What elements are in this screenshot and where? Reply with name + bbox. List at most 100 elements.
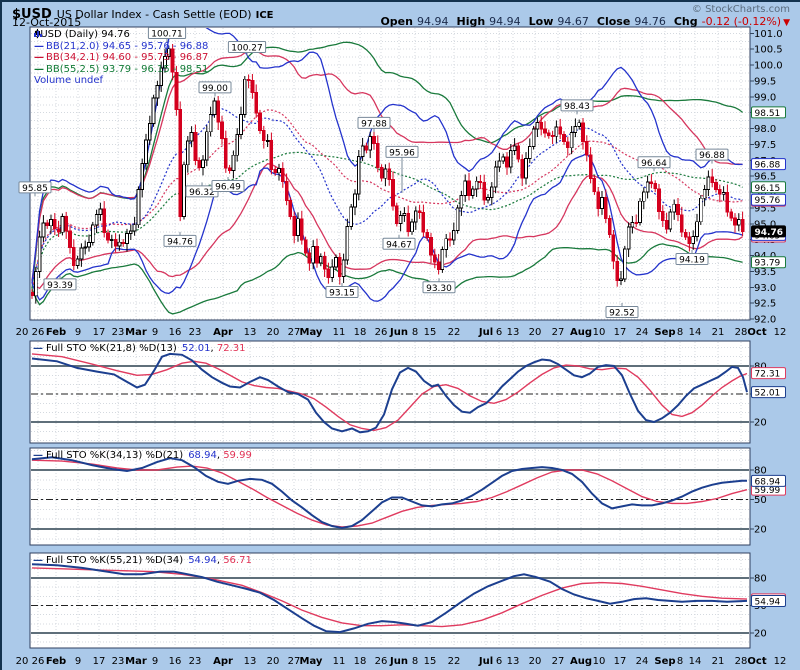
- svg-text:21: 21: [712, 327, 725, 338]
- svg-text:93.30: 93.30: [426, 284, 452, 294]
- stoch-panel-3: 80502056.7154.94: [30, 553, 786, 648]
- svg-text:18: 18: [354, 656, 367, 667]
- main-panel-legend: $USD (Daily) 94.76 —BB(21,2.0) 94.65 - 9…: [34, 29, 208, 87]
- svg-text:8: 8: [677, 327, 683, 338]
- svg-text:10: 10: [593, 656, 606, 667]
- svg-text:97.5: 97.5: [754, 140, 776, 151]
- svg-text:93.0: 93.0: [754, 283, 776, 294]
- svg-text:16: 16: [169, 327, 182, 338]
- svg-text:Oct: Oct: [747, 656, 766, 667]
- svg-text:94.19: 94.19: [679, 256, 705, 266]
- svg-text:94.76: 94.76: [755, 228, 783, 238]
- svg-text:13: 13: [507, 327, 520, 338]
- svg-text:Jul: Jul: [478, 327, 493, 338]
- svg-text:24: 24: [636, 656, 649, 667]
- bb21-value-box: 96.88: [752, 159, 786, 171]
- svg-text:97.88: 97.88: [361, 119, 387, 129]
- bb55-legend-text: BB(55,2.5) 93.79 - 96.15 - 98.51: [46, 64, 208, 75]
- svg-text:99.0: 99.0: [754, 92, 776, 103]
- symbol-legend-text: $USD (Daily) 94.76: [34, 29, 130, 40]
- svg-text:50: 50: [754, 495, 767, 506]
- svg-text:94.76: 94.76: [167, 237, 193, 247]
- svg-text:23: 23: [189, 327, 202, 338]
- symbol-legend-row: $USD (Daily) 94.76: [34, 29, 208, 41]
- svg-text:Jul: Jul: [478, 656, 493, 667]
- stoch-k-value-box: 54.94: [752, 595, 786, 607]
- svg-text:11: 11: [333, 656, 346, 667]
- bb34-legend-text: BB(34,2.1) 94.60 - 95.73 - 96.87: [46, 52, 208, 63]
- bb21-legend-text: BB(21,2.0) 94.65 - 95.76 - 96.88: [46, 41, 208, 52]
- svg-text:93.79: 93.79: [755, 259, 781, 269]
- svg-text:18: 18: [354, 327, 367, 338]
- svg-text:95.76: 95.76: [755, 196, 781, 206]
- svg-text:17: 17: [93, 327, 106, 338]
- svg-text:23: 23: [112, 656, 125, 667]
- bb21-line-icon: —: [34, 41, 44, 52]
- stoch-k-value-box: 68.94: [752, 475, 786, 487]
- svg-text:Aug: Aug: [570, 656, 592, 667]
- svg-text:100.5: 100.5: [754, 45, 783, 56]
- bb21-legend-row: —BB(21,2.0) 94.65 - 95.76 - 96.88: [34, 41, 208, 53]
- svg-text:80: 80: [754, 466, 767, 477]
- svg-text:8: 8: [412, 656, 418, 667]
- svg-text:92.52: 92.52: [609, 309, 635, 319]
- stockcharts-chart-page: $USDUS Dollar Index - Cash Settle (EOD)I…: [0, 0, 800, 670]
- svg-text:27: 27: [288, 656, 301, 667]
- stoch3-line-icon: —: [33, 555, 43, 566]
- svg-text:96.49: 96.49: [215, 183, 241, 193]
- stoch-d-value-box: 72.31: [752, 368, 786, 380]
- svg-text:Sep: Sep: [654, 327, 675, 338]
- svg-text:80: 80: [754, 574, 767, 585]
- svg-text:Mar: Mar: [125, 327, 147, 338]
- svg-text:96.88: 96.88: [755, 161, 781, 171]
- svg-text:96.32: 96.32: [189, 188, 215, 198]
- svg-text:100.0: 100.0: [754, 61, 783, 72]
- svg-text:16: 16: [169, 656, 182, 667]
- svg-text:11: 11: [333, 327, 346, 338]
- svg-text:26: 26: [32, 656, 45, 667]
- svg-text:27: 27: [552, 656, 565, 667]
- svg-text:13: 13: [244, 656, 257, 667]
- bb21-value-box: 95.76: [752, 194, 786, 206]
- svg-text:95.96: 95.96: [389, 148, 415, 158]
- last-price-box: 94.76: [752, 226, 786, 238]
- svg-text:Apr: Apr: [213, 327, 233, 338]
- bb34-line-icon: —: [34, 52, 44, 63]
- price-axis: 92.092.593.093.594.094.595.095.596.096.5…: [750, 29, 783, 326]
- svg-text:94.67: 94.67: [386, 240, 412, 250]
- svg-text:93.39: 93.39: [47, 281, 73, 291]
- svg-text:6: 6: [496, 327, 502, 338]
- svg-text:26: 26: [375, 656, 388, 667]
- svg-text:96.64: 96.64: [641, 159, 667, 169]
- svg-text:95.85: 95.85: [22, 184, 48, 194]
- stoch1-k-value: 52.01: [182, 343, 211, 354]
- svg-text:May: May: [300, 656, 323, 667]
- bb34-legend-row: —BB(34,2.1) 94.60 - 95.73 - 96.87: [34, 52, 208, 64]
- svg-text:23: 23: [189, 656, 202, 667]
- svg-text:20: 20: [267, 327, 280, 338]
- svg-text:Sep: Sep: [654, 656, 675, 667]
- svg-text:26: 26: [375, 327, 388, 338]
- svg-text:Feb: Feb: [46, 656, 66, 667]
- svg-text:96.5: 96.5: [754, 172, 776, 183]
- svg-text:14: 14: [689, 656, 702, 667]
- svg-text:92.0: 92.0: [754, 315, 776, 326]
- bb55-value-box: 98.51: [752, 107, 786, 119]
- bb55-value-box: 93.79: [752, 257, 786, 269]
- bb55-legend-row: —BB(55,2.5) 93.79 - 96.15 - 98.51: [34, 64, 208, 76]
- svg-text:22: 22: [448, 327, 461, 338]
- svg-text:100.27: 100.27: [231, 44, 263, 54]
- svg-text:23: 23: [112, 327, 125, 338]
- svg-text:Oct: Oct: [747, 327, 766, 338]
- stoch1-legend-text: Full STO %K(21,8) %D(13): [46, 343, 177, 354]
- svg-text:20: 20: [754, 418, 767, 429]
- svg-text:13: 13: [507, 656, 520, 667]
- svg-text:96.15: 96.15: [755, 184, 781, 194]
- stoch2-line-icon: —: [33, 450, 43, 461]
- svg-text:May: May: [300, 327, 323, 338]
- svg-text:21: 21: [712, 656, 725, 667]
- svg-text:9: 9: [75, 656, 81, 667]
- svg-text:24: 24: [636, 327, 649, 338]
- svg-text:28: 28: [735, 327, 748, 338]
- volume-bars-icon: [34, 29, 43, 37]
